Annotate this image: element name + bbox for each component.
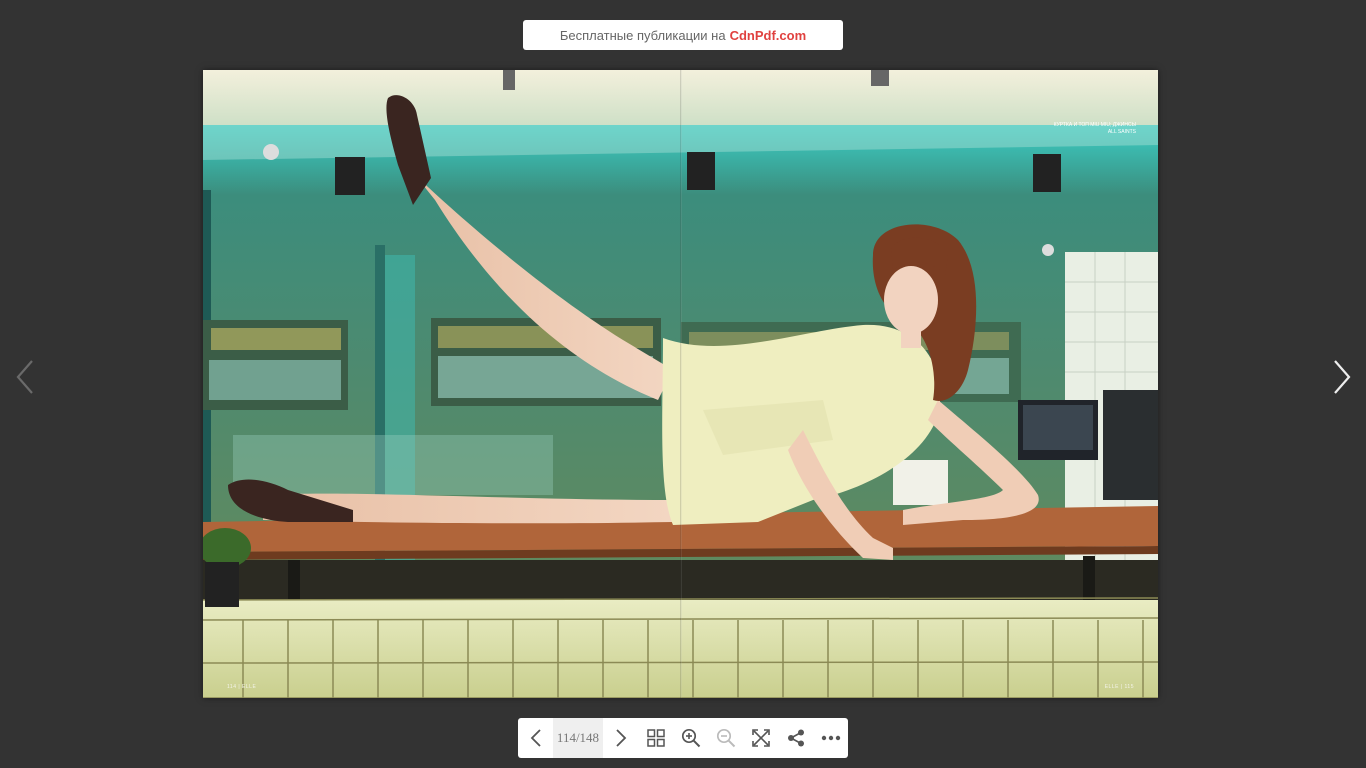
next-page-button[interactable]	[1327, 355, 1357, 399]
fullscreen-icon	[751, 729, 770, 747]
zoom-out-icon	[716, 728, 735, 748]
banner-brand-link[interactable]: CdnPdf.com	[730, 28, 807, 43]
spread-gutter	[680, 70, 682, 698]
chevron-right-icon	[1334, 360, 1351, 394]
prev-page-button[interactable]	[10, 355, 40, 399]
toolbar-next-button[interactable]	[603, 718, 638, 758]
viewer-toolbar: 114/148	[518, 718, 848, 758]
more-button[interactable]	[813, 718, 848, 758]
zoom-in-button[interactable]	[673, 718, 708, 758]
folio-right: ELLE | 115	[1104, 684, 1134, 690]
photo-caption: КУРТКА И ТОП MIU MIU; ДЖИНСЫ ALL SAINTS	[1053, 122, 1136, 135]
promo-banner[interactable]: Бесплатные публикации на CdnPdf.com	[523, 20, 843, 50]
share-button[interactable]	[778, 718, 813, 758]
zoom-out-button[interactable]	[708, 718, 743, 758]
chevron-right-icon	[615, 729, 626, 747]
chevron-left-icon	[530, 729, 541, 747]
more-icon	[821, 735, 840, 741]
magazine-spread[interactable]: КУРТКА И ТОП MIU MIU; ДЖИНСЫ ALL SAINTS …	[203, 70, 1158, 698]
banner-text: Бесплатные публикации на	[559, 27, 726, 43]
folio-left: 114 | ELLE	[227, 684, 257, 690]
share-icon	[787, 729, 804, 747]
fullscreen-button[interactable]	[743, 718, 778, 758]
zoom-in-icon	[681, 728, 700, 748]
grid-icon	[646, 729, 665, 747]
chevron-left-icon	[16, 360, 33, 394]
page-indicator[interactable]: 114/148	[553, 718, 603, 758]
toolbar-prev-button[interactable]	[518, 718, 553, 758]
thumbnails-button[interactable]	[638, 718, 673, 758]
